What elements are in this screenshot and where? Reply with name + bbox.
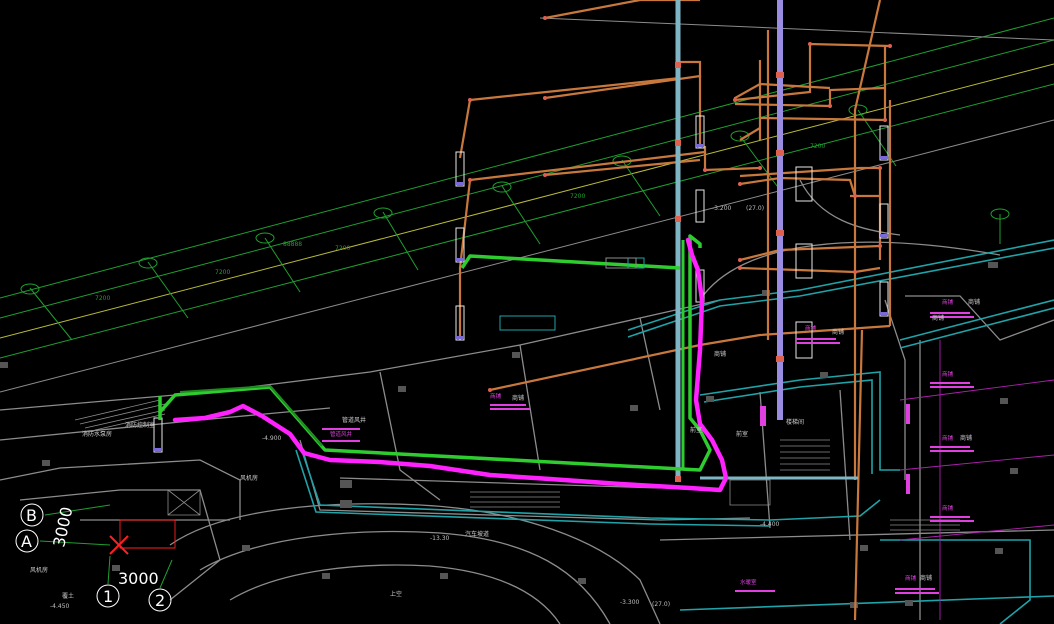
building-walls xyxy=(0,179,1054,624)
magenta-route[interactable] xyxy=(172,237,729,493)
room-label: 前室 xyxy=(690,426,702,434)
room-label: 商铺 xyxy=(932,314,944,322)
elevation-label: (27.0) xyxy=(746,205,764,212)
room-label: 商铺 xyxy=(968,298,980,306)
axis-dim-vertical: 3000 xyxy=(49,505,76,549)
axis-bubbles xyxy=(20,104,1010,295)
dim-label: 7200 xyxy=(95,295,110,302)
dim-label: 7200 xyxy=(810,143,825,150)
room-label: 商铺 xyxy=(490,392,502,400)
green-route xyxy=(158,234,712,472)
elevation-label: -4.400 xyxy=(760,521,780,528)
elevation-label: -3.300 xyxy=(620,599,640,606)
elevation-label: -13.30 xyxy=(430,535,450,542)
room-label: 管道风井 xyxy=(330,430,353,438)
axis-dim-horizontal: 3000 xyxy=(118,569,159,588)
room-label: 风机房 xyxy=(30,566,48,574)
cad-drawing-canvas[interactable]: 7200 7200 7200 7200 7200 88888 管道风井 商铺 商… xyxy=(0,0,1054,624)
room-label: 前室 xyxy=(736,430,748,438)
room-label: 消防水泵房 xyxy=(82,430,112,438)
room-label: 覆土 xyxy=(62,592,74,600)
room-label: 商铺 xyxy=(942,434,954,442)
room-label: 商铺 xyxy=(512,394,524,402)
columns xyxy=(0,262,1018,608)
elevation-label: -3.200 xyxy=(712,205,732,212)
room-label: 汽车坡道 xyxy=(465,530,489,538)
axis-lines xyxy=(0,17,1054,393)
axis-label-a: A xyxy=(21,532,32,551)
room-label: 管道风井 xyxy=(342,416,366,424)
dim-label: 7200 xyxy=(215,269,230,276)
elevation-label: -4.450 xyxy=(50,603,70,610)
room-label: 商铺 xyxy=(832,328,844,336)
elevation-label: (27.0) xyxy=(652,601,670,608)
axis-label-b: B xyxy=(26,506,37,525)
room-label: 消防控制室 xyxy=(125,421,155,429)
cad-viewport[interactable]: 7200 7200 7200 7200 7200 88888 管道风井 商铺 商… xyxy=(0,0,1054,624)
room-label: 商铺 xyxy=(942,370,954,378)
axis-marker-labels: B A 1 2 3000 3000 xyxy=(21,505,165,610)
room-label: 楼梯间 xyxy=(786,418,804,426)
room-label: 商铺 xyxy=(920,574,932,582)
dim-label: 7200 xyxy=(570,193,585,200)
room-label: 风机房 xyxy=(240,474,258,482)
dim-label: 7200 xyxy=(335,245,350,252)
axis-label-2: 2 xyxy=(155,591,165,610)
axis-label-1: 1 xyxy=(103,587,113,606)
room-label: 商铺 xyxy=(714,350,726,358)
room-label: 商铺 xyxy=(942,504,954,512)
red-x-marker xyxy=(109,535,129,555)
room-label: 商铺 xyxy=(905,574,917,582)
dim-label: 88888 xyxy=(283,241,302,248)
room-label: 上空 xyxy=(390,590,402,598)
room-label: 水暖室 xyxy=(740,578,757,586)
room-label: 商铺 xyxy=(960,434,972,442)
room-label: 商铺 xyxy=(805,324,817,332)
room-label: 商铺 xyxy=(942,298,954,306)
elevation-label: -4.900 xyxy=(262,435,282,442)
